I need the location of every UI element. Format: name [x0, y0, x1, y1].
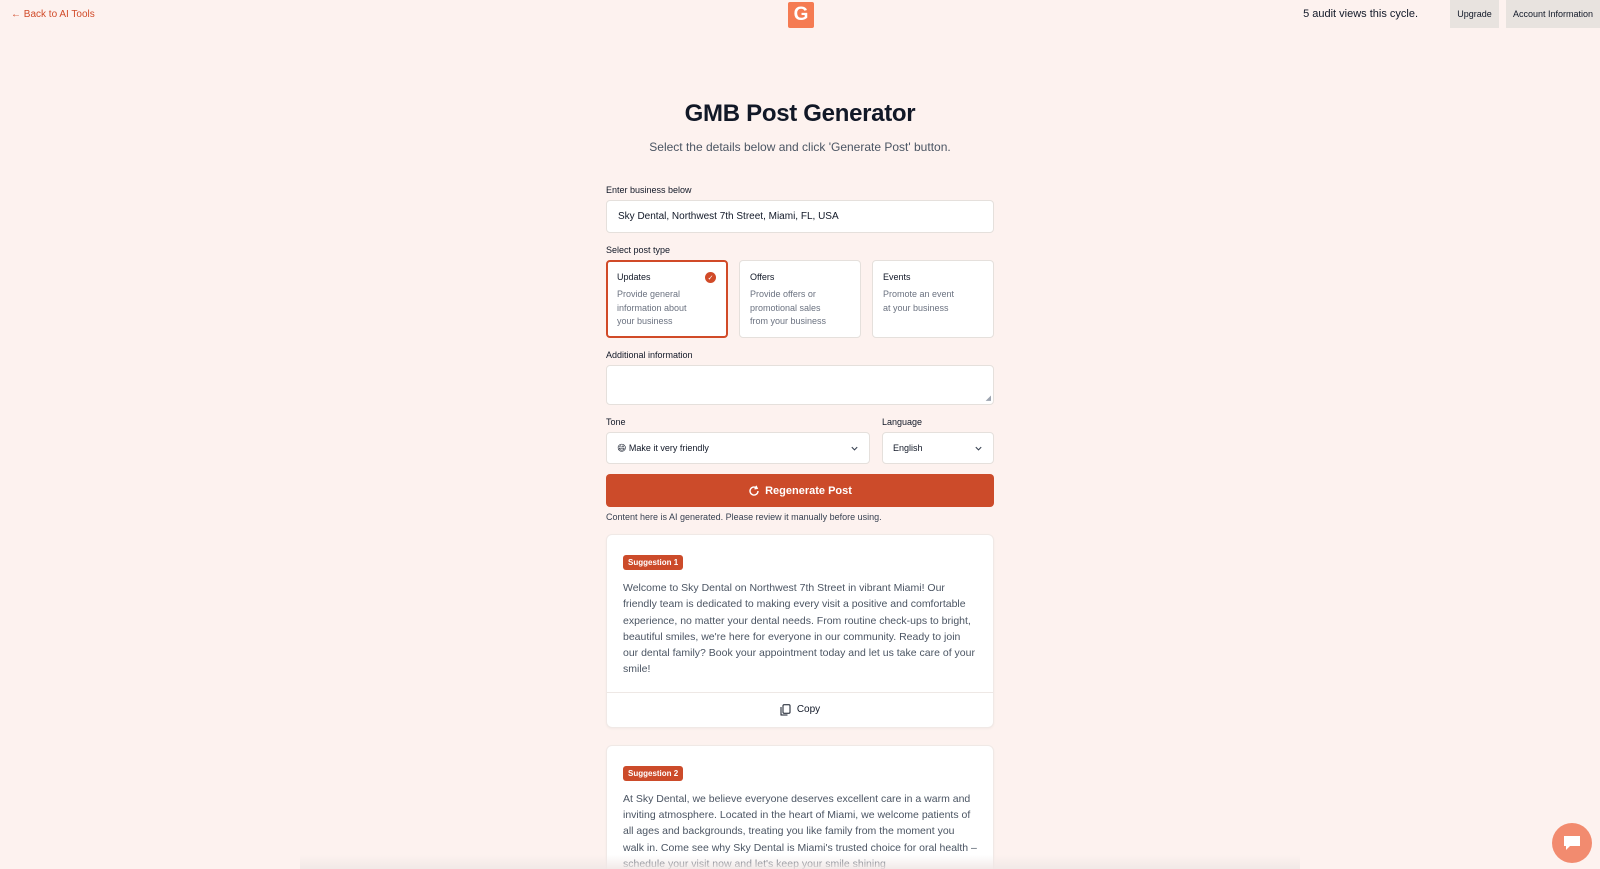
app-logo[interactable]: G	[788, 2, 814, 28]
suggestion-card-2: Suggestion 2 At Sky Dental, we believe e…	[606, 744, 994, 869]
chevron-down-icon	[851, 446, 858, 451]
page-title: GMB Post Generator	[684, 100, 916, 127]
language-label: Language	[882, 417, 923, 427]
chat-widget-button[interactable]	[1552, 823, 1592, 863]
post-type-title: Offers	[750, 272, 775, 282]
suggestion-text: Welcome to Sky Dental on Northwest 7th S…	[623, 582, 975, 676]
suggestion-body: Suggestion 1 Welcome to Sky Dental on No…	[607, 535, 993, 692]
post-type-desc: Provide offers or promotional sales from…	[750, 289, 827, 326]
post-type-desc: Provide general information about your b…	[617, 289, 687, 326]
copy-button[interactable]: Copy	[607, 691, 993, 727]
post-type-offers[interactable]: Offers Provide offers or promotional sal…	[739, 260, 861, 338]
suggestion-card-1: Suggestion 1 Welcome to Sky Dental on No…	[606, 534, 994, 728]
tone-select[interactable]: 😄 Make it very friendly	[606, 432, 870, 464]
post-type-label: Select post type	[606, 245, 671, 255]
refresh-icon	[749, 485, 759, 496]
bottom-fade	[300, 855, 1300, 869]
business-label: Enter business below	[606, 185, 692, 195]
chevron-down-icon	[975, 446, 982, 451]
upgrade-button[interactable]: Upgrade	[1450, 0, 1499, 28]
ai-generated-note: Content here is AI generated. Please rev…	[606, 512, 882, 522]
tone-field: Tone 😄 Make it very friendly	[606, 417, 870, 464]
post-form: Enter business below Sky Dental, Northwe…	[606, 185, 994, 869]
back-to-ai-tools-link[interactable]: ← Back to AI Tools	[11, 9, 95, 20]
post-type-desc: Promote an event at your business	[883, 289, 955, 313]
suggestion-body: Suggestion 2 At Sky Dental, we believe e…	[607, 746, 993, 869]
post-type-updates[interactable]: Updates Provide general information abou…	[606, 260, 728, 338]
audit-views-text: 5 audit views this cycle.	[1303, 8, 1418, 20]
check-circle-icon: ✓	[705, 272, 716, 283]
additional-info-textarea[interactable]: ◢	[606, 365, 994, 405]
page-subtitle: Select the details below and click 'Gene…	[649, 140, 951, 154]
post-type-options: Updates Provide general information abou…	[606, 260, 994, 338]
post-type-events[interactable]: Events Promote an event at your business	[872, 260, 994, 338]
top-bar: ← Back to AI Tools G 5 audit views this …	[0, 0, 1600, 30]
suggestion-badge: Suggestion 1	[623, 555, 684, 570]
regenerate-post-label: Regenerate Post	[765, 484, 852, 497]
tone-label: Tone	[606, 417, 626, 427]
copy-icon	[780, 703, 791, 716]
post-type-title: Events	[883, 272, 911, 282]
additional-info-label: Additional information	[606, 350, 693, 360]
language-select[interactable]: English	[882, 432, 994, 464]
regenerate-post-button[interactable]: Regenerate Post	[606, 474, 994, 507]
account-information-button[interactable]: Account Information	[1506, 0, 1600, 28]
language-field: Language English	[882, 417, 994, 464]
tone-language-row: Tone 😄 Make it very friendly Language En…	[606, 417, 994, 464]
tone-value: 😄 Make it very friendly	[617, 442, 709, 453]
language-value: English	[893, 443, 923, 453]
chat-icon	[1564, 836, 1580, 850]
copy-label: Copy	[796, 704, 821, 716]
business-input[interactable]: Sky Dental, Northwest 7th Street, Miami,…	[606, 200, 994, 233]
post-type-title: Updates	[617, 272, 651, 282]
suggestion-badge: Suggestion 2	[623, 765, 684, 781]
resize-handle-icon[interactable]: ◢	[986, 394, 991, 402]
